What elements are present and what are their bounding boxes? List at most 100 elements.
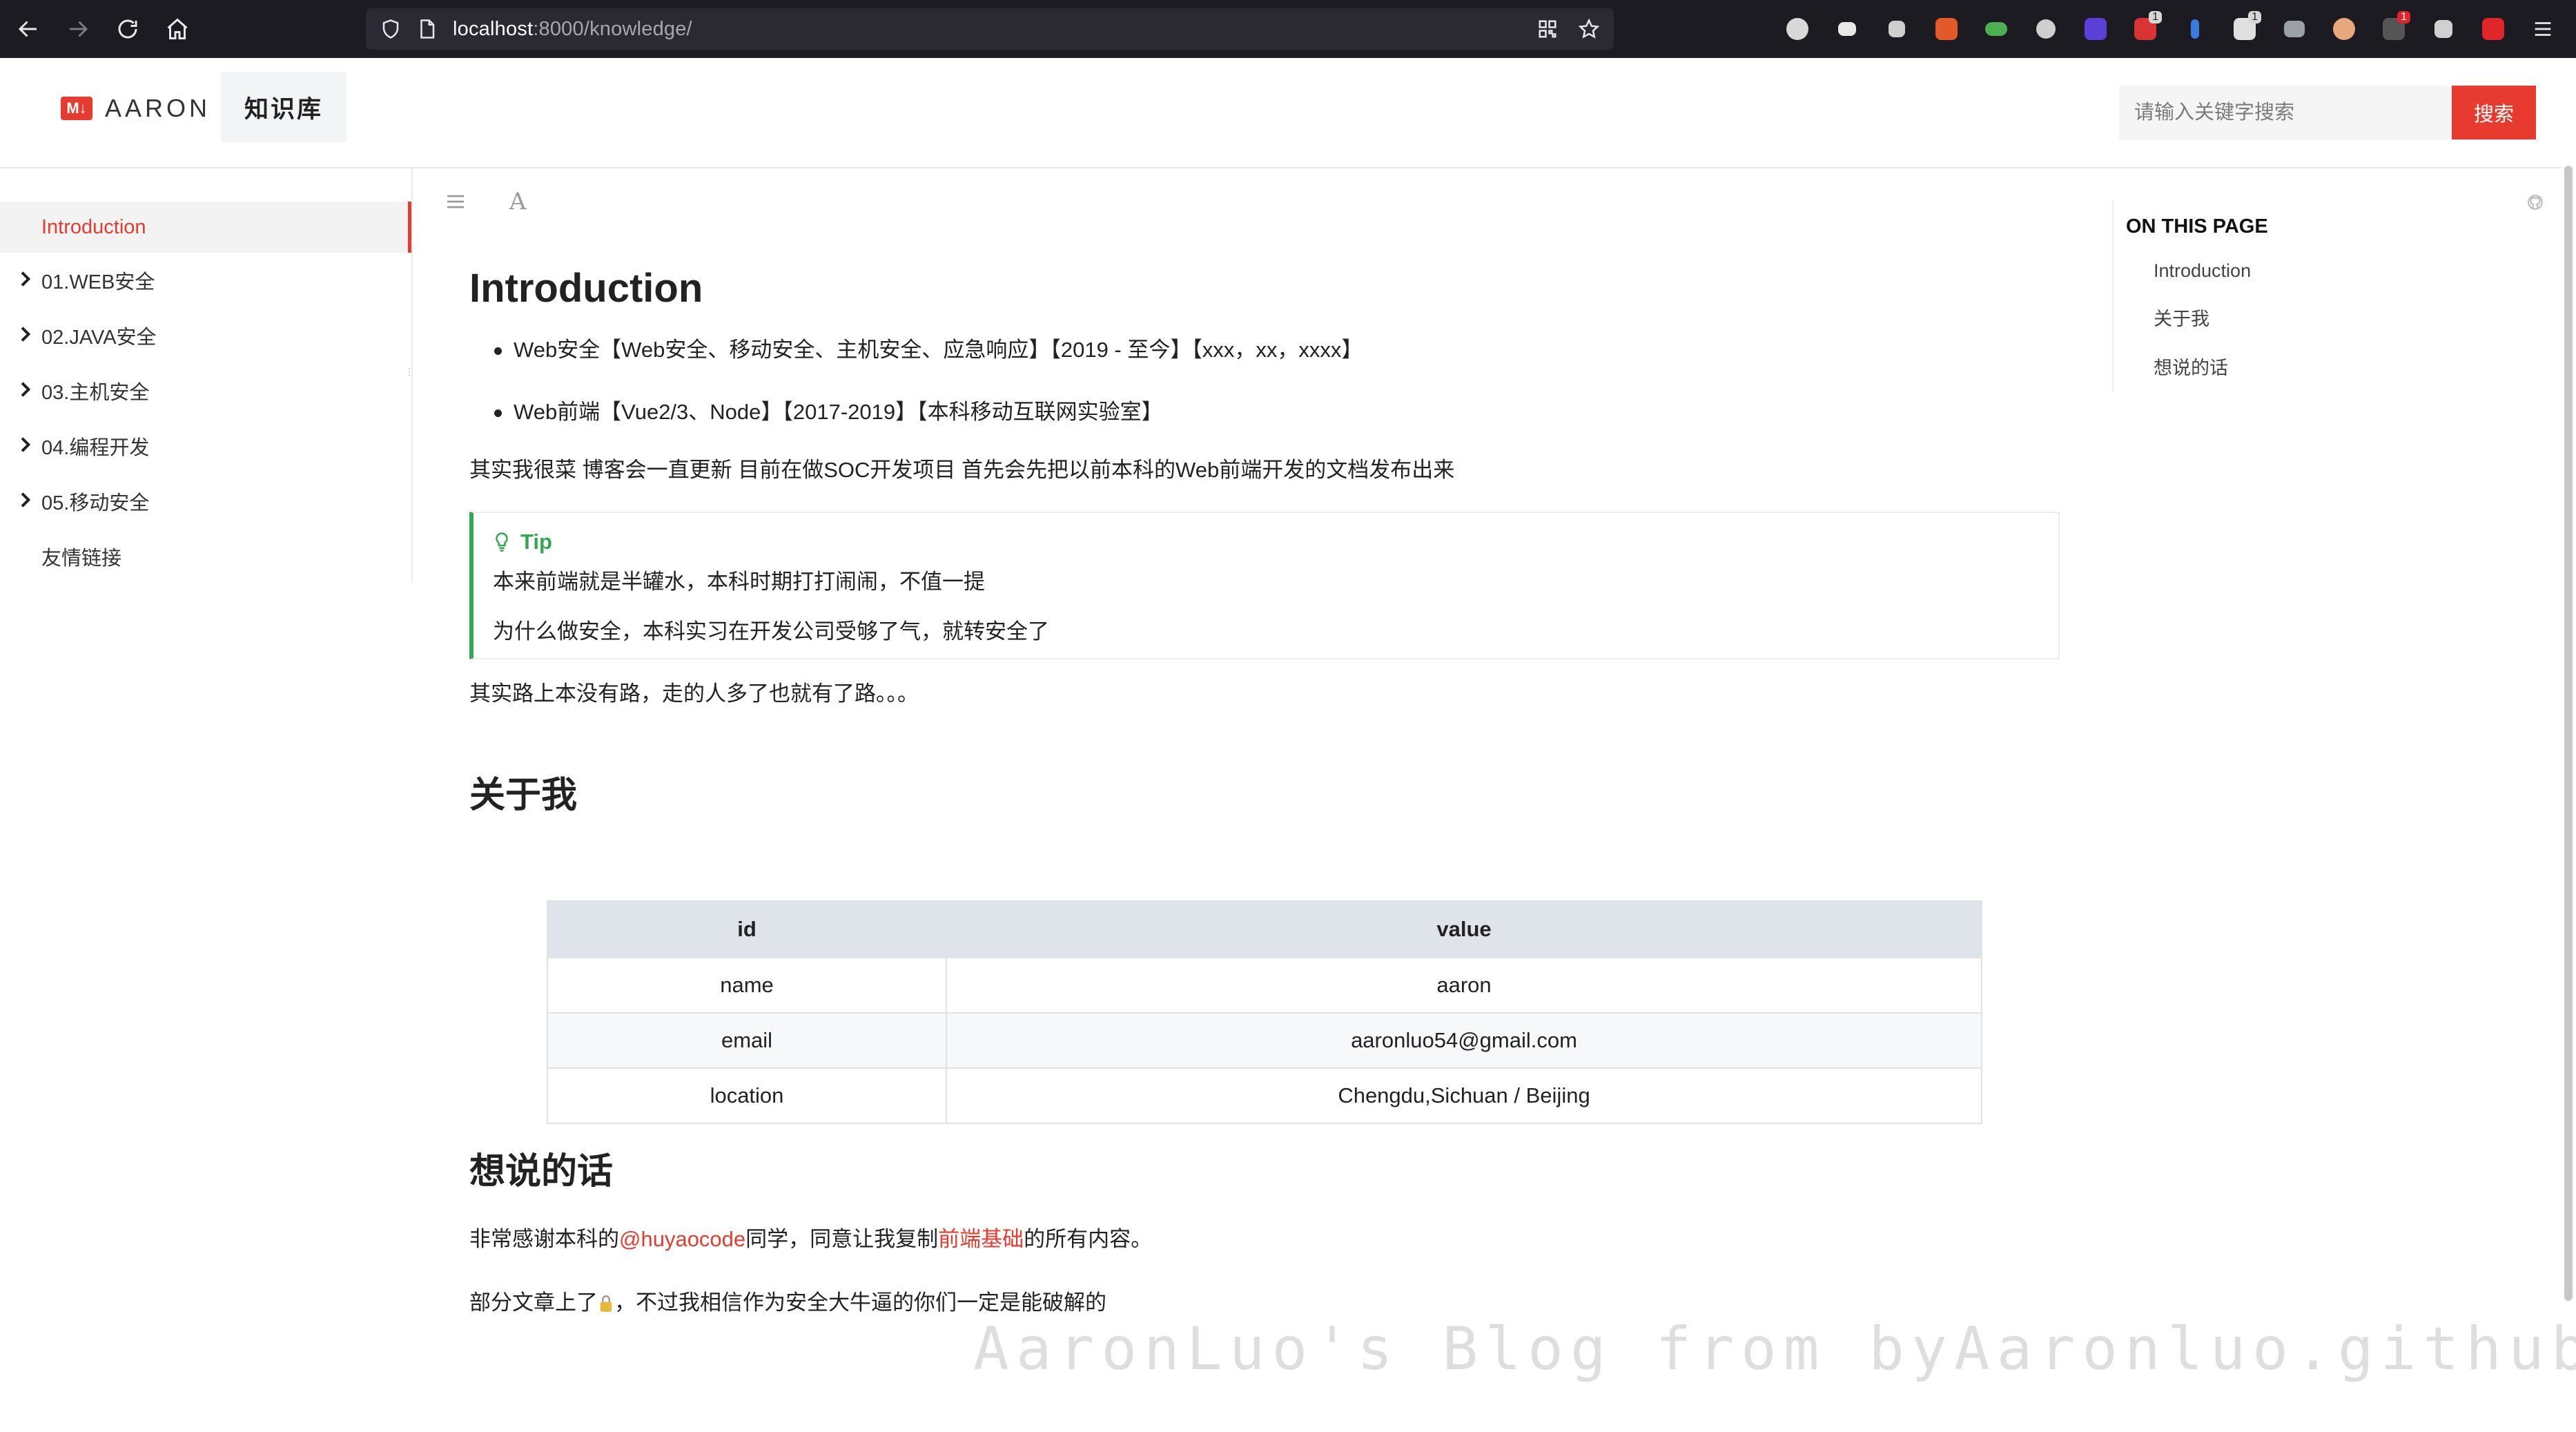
lightbulb-icon [496,532,508,552]
sidebar-item-label: 03.主机安全 [41,382,150,404]
thanks-middle: 同学，同意让我复制 [745,1227,939,1251]
table-cell: aaron [946,957,1982,1014]
about-table: id value name aaron email aaronluo54@gma… [547,900,1982,1124]
table-row: email aaronluo54@gmail.com [547,1012,1982,1069]
sidebar-item-label: 04.编程开发 [41,437,150,459]
extension-shield-icon[interactable]: 1 [2225,10,2264,48]
sidebar-resize-handle[interactable]: ⋮ [404,367,414,389]
extension-fox-icon[interactable] [1927,10,1966,48]
sidebar-item-introduction[interactable]: Introduction [0,202,411,253]
extension-toggle-icon[interactable] [1977,10,2016,48]
section-heading-about: 关于我 [469,775,578,815]
address-bar[interactable]: localhost:8000/knowledge/ [366,8,1614,50]
sidebar-item-label: Introduction [41,215,146,238]
frontend-basics-link[interactable]: 前端基础 [938,1227,1024,1251]
lock-suffix: ，不过我相信作为安全大牛逼的你们一定是能破解的 [614,1290,1106,1315]
table-header-cell: value [946,900,1982,958]
toc-item-about[interactable]: 关于我 [2154,304,2388,331]
url-host: localhost [453,17,534,40]
sidebar-item-friend-links[interactable]: 友情链接 [0,529,411,584]
thanks-suffix: 的所有内容。 [1024,1227,1153,1251]
back-arrow-icon[interactable] [7,8,50,50]
chevron-right-icon [21,271,31,287]
lock-icon [598,1290,614,1312]
page-title: Introduction [469,266,703,311]
extension-vue-icon[interactable] [2275,10,2314,48]
extension-dark-tool-icon[interactable]: 1 [2374,10,2413,48]
road-paragraph: 其实路上本没有路，走的人多了也就有了路。。。 [469,681,919,706]
intro-bullet-list: Web安全【Web安全、移动安全、主机安全、应急响应】【2019 - 至今】【x… [494,335,2057,427]
extension-red-tool-icon[interactable]: 1 [2126,10,2165,48]
extension-share-icon[interactable] [2424,10,2463,48]
extension-clock-icon[interactable] [1778,10,1817,48]
toc-item-words[interactable]: 想说的话 [2154,353,2388,380]
list-item: Web前端【Vue2/3、Node】【2017-2019】【本科移动互联网实验室… [494,397,2057,427]
forward-arrow-icon[interactable] [57,8,99,50]
reload-icon[interactable] [106,8,149,50]
extension-key-icon[interactable] [2176,10,2214,48]
bookmark-star-icon[interactable] [1572,12,1606,46]
url-text[interactable]: localhost:8000/knowledge/ [453,18,692,41]
url-path: :8000/knowledge/ [533,17,692,40]
font-size-icon[interactable]: A [504,188,531,215]
sidebar-item-mobile-security[interactable]: 05.移动安全 [0,474,411,529]
search-button[interactable]: 搜索 [2452,86,2536,139]
sidebar-item-label: 01.WEB安全 [41,271,155,293]
sidebar-item-label: 02.JAVA安全 [41,327,157,349]
tip-box: Tip 本来前端就是半罐水，本科时期打打闹闹，不值一提 为什么做安全，本科实习在… [469,512,2060,659]
menu-hamburger-icon[interactable] [2524,10,2562,48]
table-row: location Chengdu,Sichuan / Beijing [547,1067,1982,1124]
tip-title: Tip [520,530,552,554]
toggle-sidebar-icon[interactable] [442,188,469,215]
tip-line: 本来前端就是半罐水，本科时期打打闹闹，不值一提 [493,570,985,594]
table-cell: location [547,1067,947,1124]
extension-layers-icon[interactable] [2076,10,2115,48]
scrollbar-thumb[interactable] [2564,166,2573,1301]
thanks-paragraph: 非常感谢本科的@huyaocode同学，同意让我复制前端基础的所有内容。 [469,1224,2057,1255]
table-cell: name [547,957,947,1014]
sidebar-item-web-security[interactable]: 01.WEB安全 [0,253,411,308]
tip-line: 为什么做安全，本科实习在开发公司受够了气，就转安全了 [493,619,1049,644]
extension-puzzle-icon[interactable] [1877,10,1916,48]
page-info-icon[interactable] [410,12,443,46]
extensions-bar: 1 1 1 [1767,10,2562,48]
watermark: AaronLuo's Blog from byAaronluo.github.i… [973,1315,2576,1384]
chevron-right-icon [21,382,31,397]
github-icon[interactable] [2526,193,2547,214]
chevron-right-icon [21,437,31,452]
sidebar-item-host-security[interactable]: 03.主机安全 [0,363,411,418]
content-toolbar: A [442,188,566,215]
thanks-prefix: 非常感谢本科的 [469,1227,619,1251]
table-header-row: id value [547,900,1982,958]
extension-lock-icon[interactable] [2474,10,2512,48]
sidebar-item-label: 05.移动安全 [41,492,150,514]
chevron-right-icon [21,327,31,342]
huyaocode-link[interactable]: @huyaocode [619,1227,745,1251]
sidebar-item-programming[interactable]: 04.编程开发 [0,418,411,474]
table-header-cell: id [547,900,947,958]
table-cell: aaronluo54@gmail.com [946,1012,1982,1069]
qr-code-icon[interactable] [1531,12,1564,46]
site-header: M↓ AARON 知识库 搜索 [0,58,2562,168]
nav-tab-knowledge[interactable]: 知识库 [221,72,347,142]
site-logo[interactable]: M↓ AARON [61,94,211,123]
table-cell: Chengdu,Sichuan / Beijing [946,1067,1982,1124]
home-icon[interactable] [156,8,199,50]
search-input[interactable] [2119,86,2452,139]
sidebar-item-java-security[interactable]: 02.JAVA安全 [0,308,411,363]
lock-paragraph: 部分文章上了 ，不过我相信作为安全大牛逼的你们一定是能破解的 [469,1288,2057,1318]
intro-paragraph: 其实我很菜 博客会一直更新 目前在做SOC开发项目 首先会先把以前本科的Web前… [469,458,1455,482]
markdown-logo-icon: M↓ [61,97,92,120]
table-cell: email [547,1012,947,1069]
browser-toolbar: localhost:8000/knowledge/ 1 1 1 [0,0,2576,58]
sidebar: Introduction 01.WEB安全 02.JAVA安全 03.主机安全 … [0,168,414,584]
shield-icon[interactable] [374,12,407,46]
extension-undo-icon[interactable] [1828,10,1866,48]
sidebar-item-label: 友情链接 [41,548,122,570]
site-name: AARON [105,94,211,122]
list-item: Web安全【Web安全、移动安全、主机安全、应急响应】【2019 - 至今】【x… [494,335,2057,365]
toc-item-introduction[interactable]: Introduction [2154,260,2388,282]
section-heading-words: 想说的话 [469,1152,614,1192]
extension-cookie-icon[interactable] [2027,10,2065,48]
extension-face-icon[interactable] [2325,10,2363,48]
